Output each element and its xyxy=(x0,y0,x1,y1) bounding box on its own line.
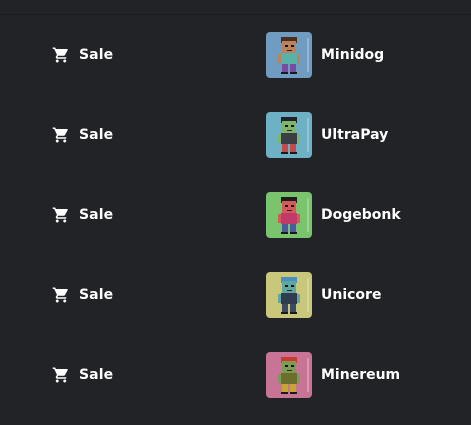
cart-icon xyxy=(52,287,68,303)
thumb-stripe xyxy=(307,38,309,72)
item-name[interactable]: Unicore xyxy=(321,287,381,303)
character-eye xyxy=(285,125,288,127)
character-leg xyxy=(282,384,288,392)
character-eye xyxy=(291,45,294,47)
character-arm xyxy=(297,214,300,223)
event-label: Sale xyxy=(79,367,114,383)
event-type: Sale xyxy=(52,15,113,95)
event-label: Sale xyxy=(79,207,114,223)
character-shoe xyxy=(290,152,297,154)
character-shoe xyxy=(281,72,288,74)
event-label: Sale xyxy=(79,47,114,63)
activity-list: Sale Minidog Sale UltraPay Sale Dogebonk xyxy=(0,15,471,415)
thumb-stripe xyxy=(307,198,309,232)
cart-icon xyxy=(52,127,68,143)
character-leg xyxy=(282,64,288,72)
character-mouth xyxy=(287,210,292,211)
item-thumbnail[interactable] xyxy=(266,112,312,158)
item-cell[interactable]: Minidog xyxy=(266,15,384,95)
character-arm xyxy=(297,134,300,143)
character-leg xyxy=(282,304,288,312)
character-leg xyxy=(282,144,288,152)
thumb-stripe xyxy=(307,118,309,152)
item-name[interactable]: UltraPay xyxy=(321,127,388,143)
character-arm xyxy=(278,54,281,63)
character-leg xyxy=(290,304,296,312)
character-shirt xyxy=(281,133,297,144)
event-label: Sale xyxy=(79,127,114,143)
character-arm xyxy=(297,54,300,63)
thumb-stripe xyxy=(307,278,309,312)
event-label: Sale xyxy=(79,287,114,303)
item-name[interactable]: Dogebonk xyxy=(321,207,401,223)
character-mouth xyxy=(287,290,292,291)
activity-row[interactable]: Sale Minereum xyxy=(0,335,471,415)
character-shoe xyxy=(281,312,288,314)
item-cell[interactable]: Unicore xyxy=(266,255,381,335)
character-shoe xyxy=(290,72,297,74)
character-shirt xyxy=(281,53,297,64)
character-arm xyxy=(278,374,281,383)
character-shirt xyxy=(281,373,297,384)
character-eye xyxy=(285,205,288,207)
character-shoe xyxy=(281,392,288,394)
character-leg xyxy=(290,144,296,152)
character-arm xyxy=(278,294,281,303)
character-arm xyxy=(297,294,300,303)
character-shirt xyxy=(281,213,297,224)
cart-icon xyxy=(52,207,68,223)
item-name[interactable]: Minereum xyxy=(321,367,400,383)
event-type: Sale xyxy=(52,95,113,175)
character-shoe xyxy=(281,152,288,154)
item-cell[interactable]: Minereum xyxy=(266,335,400,415)
activity-row[interactable]: Sale Minidog xyxy=(0,15,471,95)
character-leg xyxy=(282,224,288,232)
item-thumbnail[interactable] xyxy=(266,192,312,238)
event-type: Sale xyxy=(52,175,113,255)
thumb-stripe xyxy=(307,358,309,392)
activity-row[interactable]: Sale Unicore xyxy=(0,255,471,335)
cart-icon xyxy=(52,367,68,383)
item-thumbnail[interactable] xyxy=(266,32,312,78)
character-leg xyxy=(290,224,296,232)
character-arm xyxy=(278,214,281,223)
item-thumbnail[interactable] xyxy=(266,272,312,318)
character-shoe xyxy=(281,232,288,234)
character-mouth xyxy=(287,130,292,131)
character-eye xyxy=(285,285,288,287)
item-cell[interactable]: Dogebonk xyxy=(266,175,401,255)
character-leg xyxy=(290,384,296,392)
character-shoe xyxy=(290,232,297,234)
character-shoe xyxy=(290,392,297,394)
event-type: Sale xyxy=(52,335,113,415)
activity-row[interactable]: Sale UltraPay xyxy=(0,95,471,175)
character-eye xyxy=(285,45,288,47)
character-shoe xyxy=(290,312,297,314)
character-eye xyxy=(291,285,294,287)
character-mouth xyxy=(287,370,292,371)
character-eye xyxy=(285,365,288,367)
character-shirt xyxy=(281,293,297,304)
character-arm xyxy=(297,374,300,383)
event-type: Sale xyxy=(52,255,113,335)
cart-icon xyxy=(52,47,68,63)
character-leg xyxy=(290,64,296,72)
character-eye xyxy=(291,125,294,127)
item-thumbnail[interactable] xyxy=(266,352,312,398)
character-eye xyxy=(291,365,294,367)
item-cell[interactable]: UltraPay xyxy=(266,95,388,175)
character-arm xyxy=(278,134,281,143)
character-mouth xyxy=(287,50,292,51)
item-name[interactable]: Minidog xyxy=(321,47,384,63)
activity-row[interactable]: Sale Dogebonk xyxy=(0,175,471,255)
character-eye xyxy=(291,205,294,207)
